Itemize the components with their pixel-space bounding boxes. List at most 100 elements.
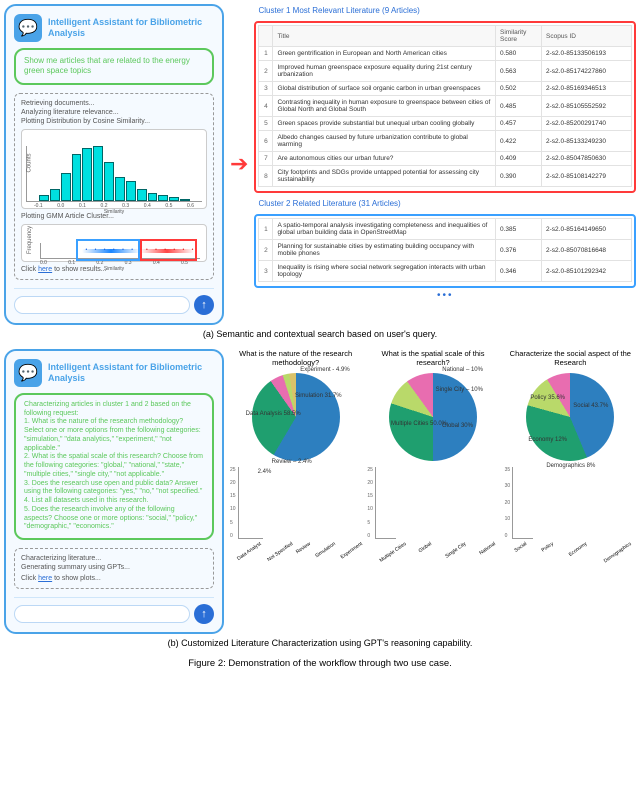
row-scopus-id: 2-s2.0-85105552592 bbox=[542, 96, 632, 117]
row-index: 2 bbox=[259, 240, 273, 261]
cluster2-table: 1A spatio-temporal analysis investigatin… bbox=[254, 214, 636, 288]
row-title: Planning for sustainable cities by estim… bbox=[273, 240, 496, 261]
table-row: 1Green gentrification in European and No… bbox=[259, 47, 632, 61]
row-title: A spatio-temporal analysis investigating… bbox=[273, 219, 496, 240]
row-index: 4 bbox=[259, 96, 273, 117]
status-box-a: Retrieving documents... Analyzing litera… bbox=[14, 93, 214, 280]
chat-panel-b: 💬 Intelligent Assistant for Bibliometric… bbox=[4, 349, 224, 634]
chat-panel-a: 💬 Intelligent Assistant for Bibliometric… bbox=[4, 4, 224, 325]
row-score: 0.502 bbox=[496, 82, 542, 96]
row-index: 6 bbox=[259, 131, 273, 152]
bar-scale: 2520151050 Multiple CitiesGlobalSingle C… bbox=[367, 467, 498, 547]
table-row: 2Planning for sustainable cities by esti… bbox=[259, 240, 632, 261]
row-index: 3 bbox=[259, 82, 273, 96]
bar-label: Multiple Cities bbox=[378, 541, 407, 564]
row-title: Global distribution of surface soil orga… bbox=[273, 82, 496, 96]
chat-input-row: ↑ bbox=[14, 597, 214, 624]
row-score: 0.390 bbox=[496, 166, 542, 187]
row-score: 0.346 bbox=[496, 261, 542, 282]
row-scopus-id: 2-s2.0-85101292342 bbox=[542, 261, 632, 282]
cluster1-caption: Cluster 1 Most Relevant Literature (9 Ar… bbox=[254, 4, 636, 17]
row-score: 0.409 bbox=[496, 152, 542, 166]
send-button[interactable]: ↑ bbox=[194, 295, 214, 315]
row-score: 0.580 bbox=[496, 47, 542, 61]
row-scopus-id: 2-s2.0-85133506193 bbox=[542, 47, 632, 61]
hist-bar bbox=[148, 193, 158, 201]
bar-label: Not Specified bbox=[266, 541, 294, 563]
status-line: Retrieving documents... bbox=[21, 100, 207, 107]
chat-text-input[interactable] bbox=[14, 605, 190, 623]
status-line: Analyzing literature relevance... bbox=[21, 109, 207, 116]
show-plots-link[interactable]: here bbox=[38, 575, 52, 582]
bar-label: Policy bbox=[540, 541, 554, 554]
th-score: Similarity Score bbox=[496, 26, 542, 47]
hist-bar bbox=[50, 189, 60, 201]
row-title: Improved human greenspace exposure equal… bbox=[273, 61, 496, 82]
figure-caption: Figure 2: Demonstration of the workflow … bbox=[4, 658, 636, 669]
y-axis-label: Frequency bbox=[27, 226, 33, 254]
row-title: Inequality is rising where social networ… bbox=[273, 261, 496, 282]
bar-label: Economy bbox=[567, 541, 588, 558]
th-title: Title bbox=[273, 26, 496, 47]
user-message-b: Characterizing articles in cluster 1 and… bbox=[14, 393, 214, 540]
row-score: 0.485 bbox=[496, 96, 542, 117]
hist-bar bbox=[158, 195, 168, 201]
status-line: Plotting Distribution by Cosine Similari… bbox=[21, 118, 207, 125]
row-score: 0.376 bbox=[496, 240, 542, 261]
hist-bar bbox=[61, 173, 71, 201]
row-score: 0.563 bbox=[496, 61, 542, 82]
bot-avatar-icon: 💬 bbox=[14, 14, 42, 42]
send-button[interactable]: ↑ bbox=[194, 604, 214, 624]
panel-a-row: 💬 Intelligent Assistant for Bibliometric… bbox=[4, 4, 636, 325]
result-link: Click here to show plots... bbox=[21, 575, 207, 582]
chat-title: Intelligent Assistant for Bibliometric A… bbox=[48, 362, 214, 384]
gmm-cluster-plot: Frequency • • • • • • • • • • • • 0.00.1… bbox=[21, 224, 207, 262]
hist-bar bbox=[104, 162, 114, 201]
row-scopus-id: 2-s2.0-85164149650 bbox=[542, 219, 632, 240]
row-score: 0.457 bbox=[496, 117, 542, 131]
status-line: Generating summary using GPTs... bbox=[21, 564, 207, 571]
row-title: Contrasting inequality in human exposure… bbox=[273, 96, 496, 117]
bar-label: National bbox=[478, 541, 496, 556]
bar-label: Demographics bbox=[603, 541, 633, 564]
table-row: 3Inequality is rising where social netwo… bbox=[259, 261, 632, 282]
arrow-icon: ➔ bbox=[230, 151, 248, 177]
table-row: 6Albedo changes caused by future urbaniz… bbox=[259, 131, 632, 152]
panel-b-row: 💬 Intelligent Assistant for Bibliometric… bbox=[4, 349, 636, 634]
row-scopus-id: 2-s2.0-85200291740 bbox=[542, 117, 632, 131]
pie-title: Characterize the social aspect of the Re… bbox=[505, 349, 636, 369]
hist-bar bbox=[72, 154, 82, 201]
th-id: Scopus ID bbox=[542, 26, 632, 47]
bar-methodology: 2520151050 Data AnalystNot SpecifiedRevi… bbox=[230, 467, 361, 547]
cluster2-caption: Cluster 2 Related Literature (31 Article… bbox=[254, 197, 636, 210]
row-scopus-id: 2-s2.0-85108142279 bbox=[542, 166, 632, 187]
row-scopus-id: 2-s2.0-85169346513 bbox=[542, 82, 632, 96]
row-index: 1 bbox=[259, 219, 273, 240]
chat-text-input[interactable] bbox=[14, 296, 190, 314]
table-row: 5Green spaces provide substantial but un… bbox=[259, 117, 632, 131]
hist-bar bbox=[39, 195, 49, 201]
hist-bar bbox=[137, 189, 147, 201]
row-title: Are autonomous cities our urban future? bbox=[273, 152, 496, 166]
pie-title: What is the nature of the research metho… bbox=[230, 349, 361, 369]
hist-bar bbox=[169, 197, 179, 201]
hist-bar bbox=[93, 146, 103, 201]
user-message-a: Show me articles that are related to the… bbox=[14, 48, 214, 85]
similarity-histogram: Counts -0.10.00.10.20.30.40.50.6 Similar… bbox=[21, 129, 207, 209]
row-index: 8 bbox=[259, 166, 273, 187]
chat-title: Intelligent Assistant for Bibliometric A… bbox=[48, 17, 214, 39]
row-title: Albedo changes caused by future urbaniza… bbox=[273, 131, 496, 152]
pie-chart: Data Analysis 58.5% Simulation 31.7% Exp… bbox=[252, 373, 340, 461]
row-title: Green spaces provide substantial but une… bbox=[273, 117, 496, 131]
bar-label: Social bbox=[514, 541, 529, 554]
table-row: 3Global distribution of surface soil org… bbox=[259, 82, 632, 96]
hist-bar bbox=[115, 177, 125, 201]
table-row: 4Contrasting inequality in human exposur… bbox=[259, 96, 632, 117]
row-title: Green gentrification in European and Nor… bbox=[273, 47, 496, 61]
bar-label: Review bbox=[295, 541, 312, 555]
table-row: 2Improved human greenspace exposure equa… bbox=[259, 61, 632, 82]
subcaption-b: (b) Customized Literature Characterizati… bbox=[4, 638, 636, 648]
cluster-box-red bbox=[140, 239, 197, 261]
y-axis-label: Counts bbox=[27, 153, 33, 172]
x-axis-label: Similarity bbox=[26, 266, 202, 272]
